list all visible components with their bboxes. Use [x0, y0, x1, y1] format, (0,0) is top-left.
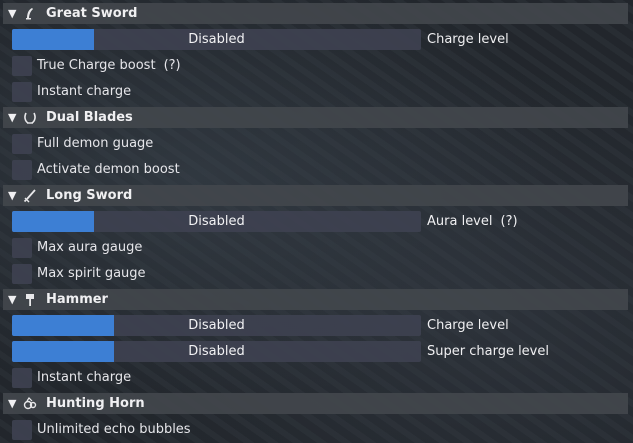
great-sword-icon — [22, 7, 38, 21]
checkbox-row-true-charge-boost[interactable]: True Charge boost (?) — [12, 55, 181, 76]
checkbox-row-instant-charge[interactable]: Instant charge — [12, 81, 131, 102]
slider-label: Super charge level — [427, 344, 549, 359]
checkbox-label: Instant charge — [37, 84, 132, 99]
section-title: Hammer — [46, 292, 108, 307]
checkbox-row-activate-demon-boost[interactable]: Activate demon boost — [12, 159, 180, 180]
checkbox-label: True Charge boost — [37, 58, 156, 73]
checkbox[interactable] — [12, 55, 32, 76]
checkbox[interactable] — [12, 419, 32, 440]
super-charge-level-slider[interactable]: Disabled — [12, 341, 421, 362]
dual-blades-icon — [22, 111, 38, 125]
checkbox-label: Activate demon boost — [37, 162, 180, 177]
section-header-hammer[interactable]: ▼ Hammer — [3, 289, 628, 310]
triangle-down-icon: ▼ — [8, 293, 17, 306]
section-header-hunting-horn[interactable]: ▼ Hunting Horn — [3, 393, 628, 414]
help-marker[interactable]: (?) — [164, 58, 181, 73]
slider-label: Aura level — [427, 214, 493, 229]
checkbox-row-full-demon-gauge[interactable]: Full demon guage — [12, 133, 153, 154]
charge-level-slider[interactable]: Disabled — [12, 29, 421, 50]
slider-value: Disabled — [188, 318, 245, 333]
section-title: Hunting Horn — [46, 396, 145, 411]
slider-value: Disabled — [188, 214, 245, 229]
section-title: Great Sword — [46, 6, 138, 21]
checkbox-row-max-spirit-gauge[interactable]: Max spirit gauge — [12, 263, 146, 284]
section-header-great-sword[interactable]: ▼ Great Sword — [3, 3, 628, 24]
checkbox[interactable] — [12, 133, 32, 154]
checkbox-row-unlimited-echo-bubbles[interactable]: Unlimited echo bubbles — [12, 419, 191, 440]
hunting-horn-icon — [22, 396, 38, 411]
checkbox[interactable] — [12, 81, 32, 102]
checkbox-row-instant-charge[interactable]: Instant charge — [12, 367, 131, 388]
checkbox-label: Max aura gauge — [37, 240, 143, 255]
triangle-down-icon: ▼ — [8, 7, 17, 20]
checkbox-label: Instant charge — [37, 370, 132, 385]
weapon-options-panel: ▼ Great Sword Disabled Charge level True… — [0, 0, 633, 443]
checkbox[interactable] — [12, 237, 32, 258]
checkbox[interactable] — [12, 263, 32, 284]
checkbox[interactable] — [12, 367, 32, 388]
long-sword-icon — [22, 188, 38, 203]
checkbox-label: Unlimited echo bubbles — [37, 422, 191, 437]
checkbox-label: Max spirit gauge — [37, 266, 146, 281]
aura-level-slider[interactable]: Disabled — [12, 211, 421, 232]
section-title: Long Sword — [46, 188, 133, 203]
section-header-dual-blades[interactable]: ▼ Dual Blades — [3, 107, 628, 128]
checkbox[interactable] — [12, 159, 32, 180]
triangle-down-icon: ▼ — [8, 111, 17, 124]
slider-label: Charge level — [427, 32, 509, 47]
slider-value: Disabled — [188, 344, 245, 359]
help-marker[interactable]: (?) — [501, 214, 518, 229]
section-header-long-sword[interactable]: ▼ Long Sword — [3, 185, 628, 206]
triangle-down-icon: ▼ — [8, 189, 17, 202]
charge-level-slider[interactable]: Disabled — [12, 315, 421, 336]
slider-value: Disabled — [188, 32, 245, 47]
checkbox-row-max-aura-gauge[interactable]: Max aura gauge — [12, 237, 142, 258]
section-title: Dual Blades — [46, 110, 133, 125]
slider-label-group: Aura level (?) — [427, 211, 518, 232]
checkbox-label: Full demon guage — [37, 136, 154, 151]
triangle-down-icon: ▼ — [8, 397, 17, 410]
slider-label: Charge level — [427, 318, 509, 333]
hammer-icon — [22, 293, 38, 307]
